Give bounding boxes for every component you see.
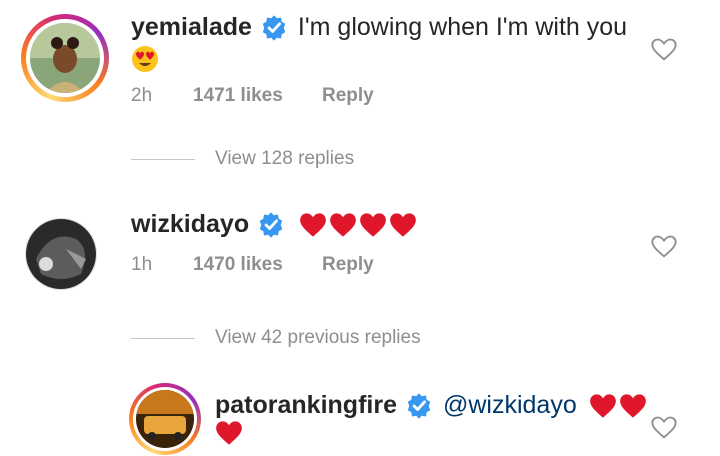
comment-text: I'm glowing when I'm with you — [297, 13, 628, 41]
red-heart-icon — [390, 212, 416, 237]
username[interactable]: patorankingfire — [215, 391, 397, 420]
red-hearts — [589, 393, 647, 419]
comment-meta-2: 1h 1470 likes Reply — [131, 254, 374, 276]
verified-badge-icon — [407, 392, 431, 419]
reply-button[interactable]: Reply — [322, 254, 374, 276]
profile-photo — [26, 219, 96, 289]
mention-link[interactable]: @wizkidayo — [443, 391, 577, 420]
timestamp: 1h — [131, 254, 153, 275]
comment-meta-1: 2h 1471 likes Reply — [131, 85, 374, 107]
timestamp: 2h — [131, 85, 153, 106]
divider — [131, 158, 195, 160]
red-heart-icon — [589, 393, 616, 418]
reply-button[interactable]: Reply — [322, 85, 374, 107]
likes-count[interactable]: 1471 likes — [193, 85, 322, 107]
view-replies-button-1[interactable]: View 128 replies — [131, 148, 354, 170]
red-hearts — [299, 212, 417, 238]
view-previous-replies-button[interactable]: View 42 previous replies — [131, 327, 421, 349]
username[interactable]: wizkidayo — [131, 210, 249, 239]
comment-line-2: wizkidayo — [131, 210, 417, 239]
verified-badge-icon — [259, 211, 283, 238]
verified-badge-icon — [262, 14, 286, 41]
like-heart-icon[interactable] — [650, 414, 678, 442]
avatar-patorankingfire[interactable] — [129, 383, 201, 455]
heart-eyes-emoji-icon — [131, 45, 159, 78]
likes-count[interactable]: 1470 likes — [193, 254, 322, 276]
view-replies-label: View 42 previous replies — [215, 327, 421, 348]
like-heart-icon[interactable] — [650, 36, 678, 64]
username[interactable]: yemialade — [131, 13, 252, 42]
red-heart-icon — [619, 393, 646, 418]
reply-line-1: patorankingfire @wizkidayo — [215, 391, 647, 420]
avatar-wizkidayo[interactable] — [25, 218, 97, 290]
red-heart-icon — [300, 212, 326, 237]
red-heart-icon — [330, 212, 356, 237]
divider — [131, 337, 195, 339]
red-heart-icon — [215, 420, 243, 451]
red-heart-icon — [360, 212, 386, 237]
profile-photo — [136, 390, 194, 448]
view-replies-label: View 128 replies — [215, 148, 355, 169]
comment-line-1: yemialade I'm glowing when I'm with you — [131, 13, 627, 42]
like-heart-icon[interactable] — [650, 233, 678, 261]
profile-photo — [30, 23, 100, 93]
avatar-yemialade[interactable] — [21, 14, 109, 102]
